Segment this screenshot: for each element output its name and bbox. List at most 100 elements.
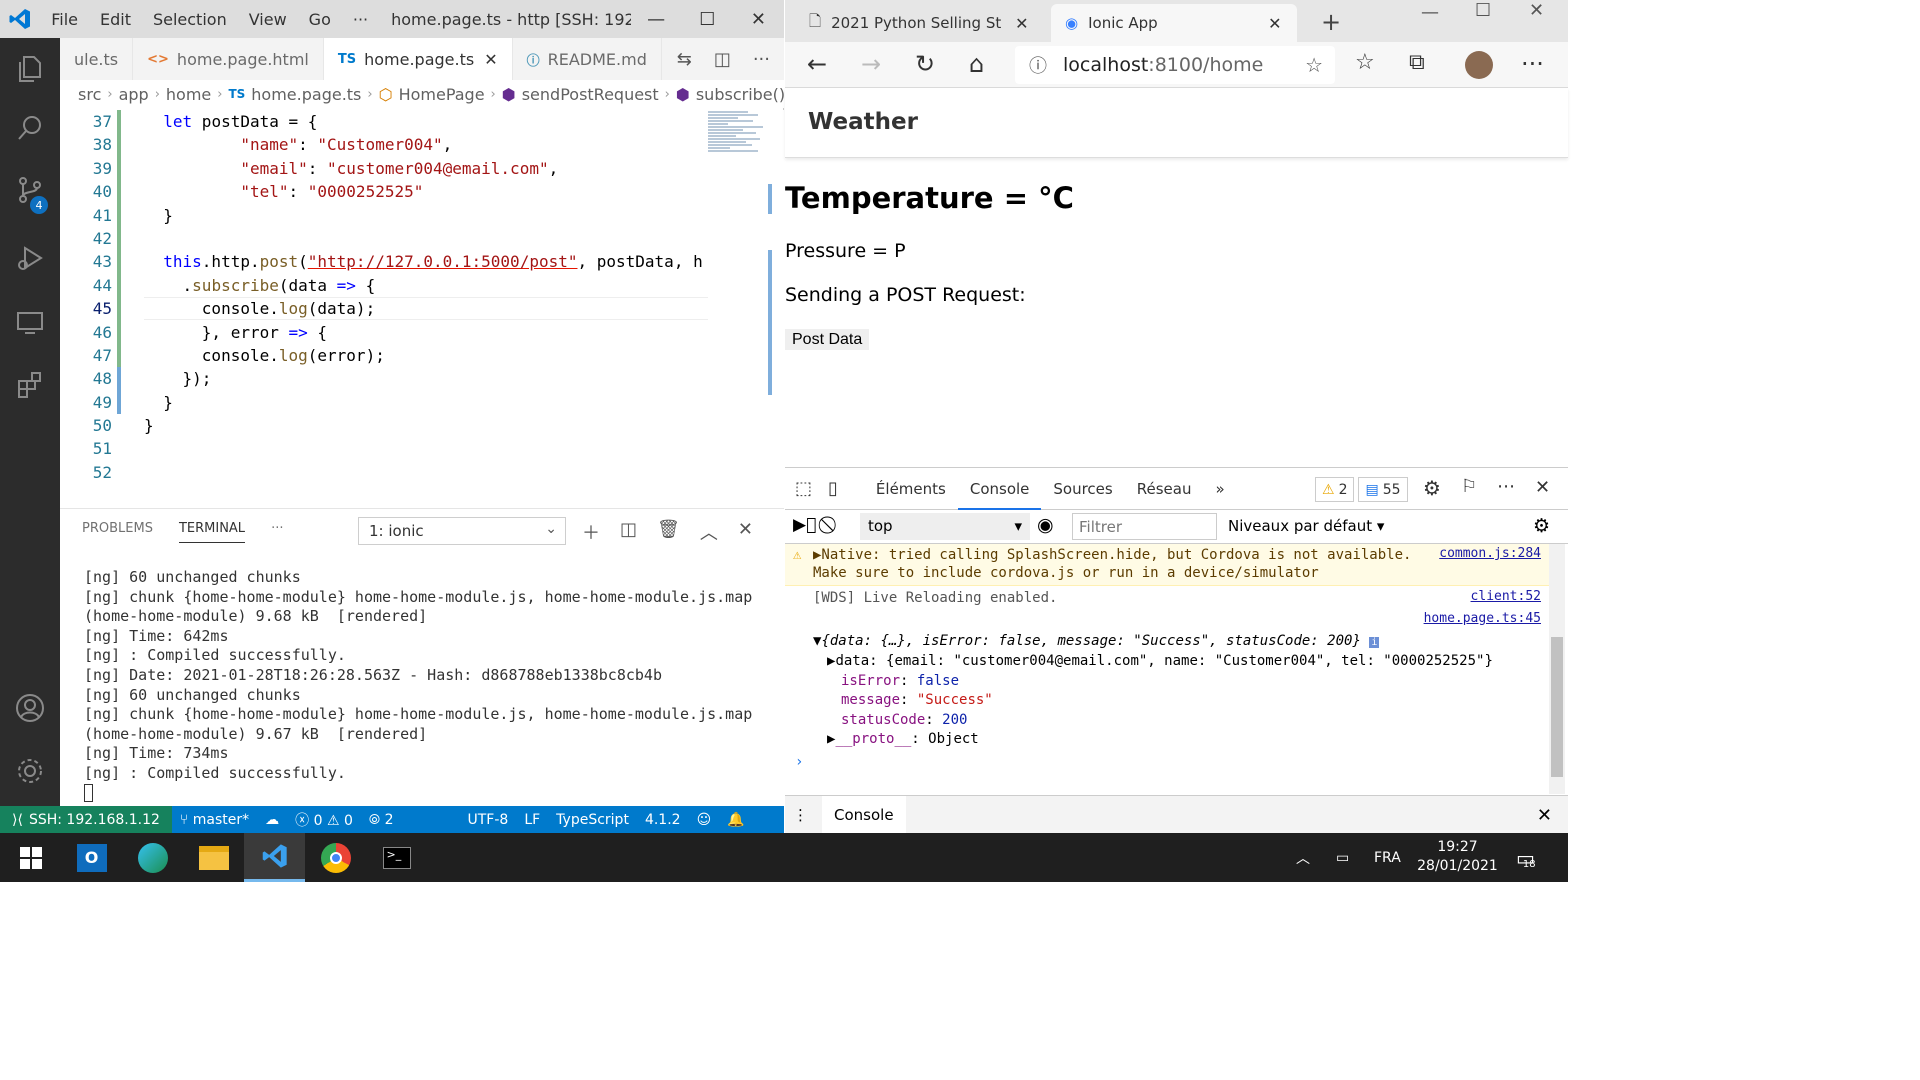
maximize-button[interactable]: ☐ [1475,0,1491,21]
start-windows-icon[interactable] [0,833,61,882]
feedback-icon[interactable]: ☺ [689,812,720,828]
drawer-menu-icon[interactable]: ⋮ [785,806,822,824]
explorer-icon[interactable] [0,38,60,98]
close-drawer-icon[interactable]: ✕ [1537,805,1552,826]
vscode-taskbar-icon[interactable] [244,833,305,882]
feedback-icon[interactable]: ⚐ [1461,476,1477,497]
close-window-button[interactable]: ✕ [1529,0,1544,21]
crumb-file[interactable]: home.page.ts [251,85,361,104]
menu-more[interactable]: ··· [342,10,379,29]
maximize-panel-icon[interactable]: ︿ [700,519,718,545]
tab-readme[interactable]: ⓘ README.md [513,38,662,80]
search-icon[interactable] [0,98,60,158]
encoding[interactable]: UTF-8 [460,812,517,828]
minimap[interactable] [708,110,768,190]
settings-gear-icon[interactable]: ⚙ [1423,476,1441,500]
compare-icon[interactable]: ⇆ [677,49,692,70]
more-tabs-icon[interactable]: » [1203,468,1236,510]
more-actions-icon[interactable]: ··· [753,49,770,70]
new-tab-icon[interactable]: + [1321,8,1341,36]
sync-icon[interactable]: ☁ [257,812,287,828]
ports-indicator[interactable]: ⦾ 2 [361,812,402,828]
editor-scrollbar[interactable] [768,184,772,214]
back-arrow-icon[interactable]: ← [807,50,827,78]
tab-elements[interactable]: Éléments [864,468,958,510]
maximize-button[interactable]: ☐ [682,9,733,30]
minimize-button[interactable]: — [1421,2,1439,23]
crumb-src[interactable]: src [78,85,101,104]
menu-go[interactable]: Go [298,10,342,29]
notifications-icon[interactable]: ▭ 18 [1516,833,1536,882]
log-levels-select[interactable]: Niveaux par défaut ▾ [1228,517,1384,535]
split-editor-icon[interactable]: ◫ [714,49,731,70]
clock[interactable]: 19:27 28/01/2021 [1410,838,1505,876]
forward-arrow-icon[interactable]: → [861,50,881,78]
collections-icon[interactable]: ⧉ [1409,50,1425,75]
source-link[interactable]: client:52 [1471,589,1541,604]
remote-indicator[interactable]: ⟩⟨ SSH: 192.168.1.12 [0,806,172,833]
terminal-output[interactable]: [ng] 60 unchanged chunks [ng] chunk {hom… [84,568,774,803]
drawer-tab-console[interactable]: Console [822,796,906,834]
tab-network[interactable]: Réseau [1125,468,1204,510]
menu-file[interactable]: File [40,10,89,29]
inspect-icon[interactable]: ⬚ [785,478,820,499]
language-mode[interactable]: TypeScript [548,812,637,828]
tab-sources[interactable]: Sources [1041,468,1124,510]
close-panel-icon[interactable]: ✕ [738,519,753,545]
settings-gear-icon[interactable] [0,741,60,801]
close-tab-icon[interactable]: ✕ [1268,14,1281,33]
string-url[interactable]: "http://127.0.0.1:5000/post" [308,252,578,271]
battery-icon[interactable]: ▭ [1336,833,1349,882]
split-terminal-icon[interactable]: ◫ [620,519,637,545]
crumb-home[interactable]: home [166,85,211,104]
console-output[interactable]: ⚠ ▶Native: tried calling SplashScreen.hi… [785,544,1551,795]
console-scrollbar-thumb[interactable] [1551,637,1563,777]
run-debug-icon[interactable] [0,228,60,288]
chrome-icon[interactable] [305,833,366,882]
new-terminal-icon[interactable]: ＋ [582,519,600,545]
ts-version[interactable]: 4.1.2 [637,812,689,828]
editor-scrollbar-thumb[interactable] [768,250,772,395]
crumb-class[interactable]: HomePage [399,85,485,104]
warning-count-badge[interactable]: ⚠ 2 [1315,477,1355,502]
browser-tab-python[interactable]: 🗋 2021 Python Selling Strateg ✕ [795,4,1045,42]
sidebar-toggle-icon[interactable]: ▶⃞ [793,515,816,535]
file-explorer-icon[interactable] [183,833,244,882]
crumb-method[interactable]: sendPostRequest [522,85,659,104]
object-proto-row[interactable]: ▶__proto__: Object [827,730,979,750]
source-link[interactable]: common.js:284 [1439,546,1541,561]
console-scrollbar[interactable] [1549,544,1565,794]
add-favorite-icon[interactable]: ☆ [1305,53,1323,77]
console-prompt-icon[interactable]: › [795,753,803,773]
info-icon[interactable]: i [1369,637,1380,648]
git-branch[interactable]: ⑂ master* [172,812,257,828]
terminal-icon[interactable]: >_ [366,833,427,882]
edge-icon[interactable] [122,833,183,882]
outlook-icon[interactable]: O [61,833,122,882]
remote-explorer-icon[interactable] [0,292,60,352]
eol[interactable]: LF [516,812,548,828]
tab-problems[interactable]: PROBLEMS [82,521,153,543]
notifications-icon[interactable]: 🔔 [719,812,752,828]
close-window-button[interactable]: ✕ [733,9,784,30]
trash-icon[interactable]: 🗑 [657,519,680,545]
menu-selection[interactable]: Selection [142,10,238,29]
console-filter-input[interactable]: Filtrer [1072,513,1217,540]
crumb-app[interactable]: app [119,85,149,104]
context-select[interactable]: top ▾ [860,513,1030,540]
close-devtools-icon[interactable]: ✕ [1535,477,1550,498]
tab-terminal[interactable]: TERMINAL [178,521,246,543]
problems-indicator[interactable]: ⓧ 0 ⚠ 0 [287,810,361,830]
more-options-icon[interactable]: ⋯ [1497,476,1515,497]
tab-home-page-ts[interactable]: TS home.page.ts ✕ [323,38,513,80]
tab-module-ts[interactable]: ule.ts [60,38,134,80]
crumb-call[interactable]: subscribe() call [696,85,784,104]
console-warning[interactable]: ⚠ ▶Native: tried calling SplashScreen.hi… [785,544,1551,586]
post-data-button[interactable]: Post Data [785,329,870,350]
close-tab-icon[interactable]: ✕ [1015,14,1028,33]
show-hidden-icons-icon[interactable]: ︿ [1296,833,1310,882]
tab-home-page-html[interactable]: <> home.page.html [133,38,324,80]
favorites-icon[interactable]: ☆ [1355,50,1375,75]
menu-edit[interactable]: Edit [89,10,142,29]
source-link[interactable]: home.page.ts:45 [1424,611,1541,626]
